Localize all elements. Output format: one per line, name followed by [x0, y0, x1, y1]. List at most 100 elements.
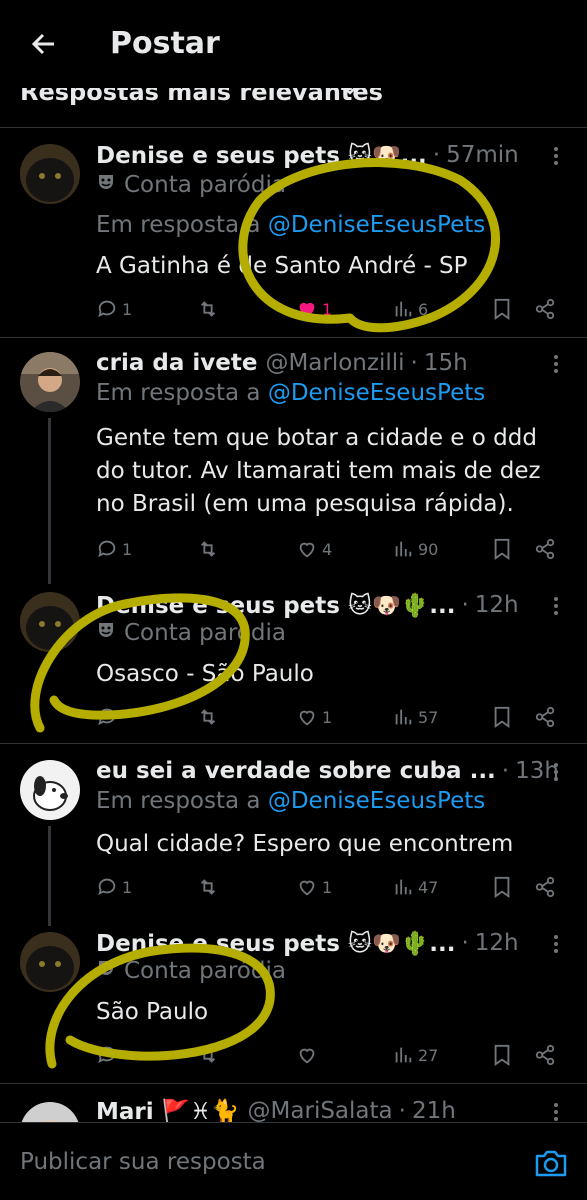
- display-name[interactable]: cria da ivete: [96, 350, 257, 376]
- avatar[interactable]: [20, 144, 80, 204]
- avatar[interactable]: [20, 932, 80, 992]
- views-button[interactable]: 6: [392, 294, 428, 324]
- more-icon[interactable]: [548, 932, 564, 962]
- more-icon[interactable]: [548, 594, 564, 624]
- post[interactable]: Mari 🚩♓🐈 @MariSalata · 21h: [0, 1084, 587, 1124]
- share-icon: [535, 876, 555, 898]
- mask-icon: [96, 172, 116, 198]
- post-text-line: A Gatinha é de Santo André - SP: [96, 253, 468, 279]
- timestamp[interactable]: 57min: [446, 142, 519, 168]
- share-button[interactable]: [534, 534, 560, 564]
- repost-button[interactable]: [196, 294, 224, 324]
- reply-button[interactable]: [96, 702, 122, 732]
- views-button[interactable]: 47: [392, 872, 438, 902]
- display-name[interactable]: Denise e seus pets 🐱🐶🌵...: [96, 592, 455, 619]
- repost-button[interactable]: [196, 1040, 224, 1070]
- views-button[interactable]: 57: [392, 702, 438, 732]
- reply-icon: [98, 1046, 116, 1064]
- separator-dot: ·: [432, 142, 441, 168]
- more-icon[interactable]: [548, 1100, 564, 1124]
- views-button[interactable]: 90: [392, 534, 438, 564]
- mention-link[interactable]: @DeniseEseusPets: [268, 380, 485, 406]
- views-button[interactable]: 27: [392, 1040, 438, 1070]
- reply-button[interactable]: 1: [96, 872, 132, 902]
- reply-icon: [98, 300, 116, 318]
- parody-text: Conta paródia: [124, 172, 286, 198]
- reply-composer[interactable]: Publicar sua resposta: [0, 1122, 587, 1200]
- post[interactable]: Denise e seus pets 🐱🐶🌵... · 12h Conta pa…: [0, 578, 587, 744]
- avatar[interactable]: [20, 760, 80, 820]
- arrow-left-icon: [31, 33, 54, 55]
- share-button[interactable]: [534, 872, 560, 902]
- display-name[interactable]: Denise e seus pets 🐱🐶...: [96, 142, 427, 169]
- display-name[interactable]: Mari 🚩♓🐈: [96, 1098, 240, 1125]
- bookmark-button[interactable]: [492, 294, 516, 324]
- display-name[interactable]: eu sei a verdade sobre cuba ...: [96, 758, 496, 784]
- like-count: 1: [322, 299, 333, 319]
- bookmark-button[interactable]: [492, 1040, 516, 1070]
- like-button[interactable]: 1: [296, 294, 332, 324]
- mention-link[interactable]: @DeniseEseusPets: [268, 788, 485, 814]
- bookmark-button[interactable]: [492, 534, 516, 564]
- avatar[interactable]: [20, 1102, 80, 1124]
- like-button[interactable]: [296, 1040, 322, 1070]
- view-count: 27: [418, 1045, 439, 1065]
- like-button[interactable]: 1: [296, 702, 332, 732]
- post-text: A Gatinha é de Santo André - SP: [96, 250, 468, 283]
- heart-filled-icon: [299, 302, 315, 318]
- repost-icon: [200, 1047, 216, 1063]
- timestamp[interactable]: 15h: [424, 350, 468, 376]
- camera-button[interactable]: [533, 1145, 569, 1181]
- like-button[interactable]: 4: [296, 534, 332, 564]
- post-text-line: do tutor. Av Itamarati tem mais de dez: [96, 458, 541, 484]
- back-button[interactable]: [24, 24, 64, 64]
- bookmark-icon: [494, 298, 510, 320]
- timestamp[interactable]: 12h: [475, 930, 519, 956]
- reply-count: 1: [122, 539, 133, 559]
- views-icon: [395, 1047, 412, 1063]
- post[interactable]: Denise e seus pets 🐱🐶... · 57min Conta p…: [0, 128, 587, 338]
- avatar[interactable]: [20, 352, 80, 412]
- more-icon[interactable]: [548, 760, 564, 790]
- reply-button[interactable]: 1: [96, 294, 132, 324]
- parody-label: Conta paródia: [96, 958, 286, 984]
- share-button[interactable]: [534, 294, 560, 324]
- views-icon: [395, 709, 412, 725]
- bookmark-button[interactable]: [492, 702, 516, 732]
- post[interactable]: Denise e seus pets 🐱🐶🌵... · 12h Conta pa…: [0, 922, 587, 1084]
- post-header: Denise e seus pets 🐱🐶... · 57min: [96, 138, 519, 172]
- repost-button[interactable]: [196, 702, 224, 732]
- user-handle[interactable]: @Marlonzilli: [265, 350, 404, 376]
- avatar[interactable]: [20, 592, 80, 652]
- more-icon[interactable]: [548, 144, 564, 174]
- timestamp[interactable]: 21h: [412, 1098, 456, 1124]
- share-button[interactable]: [534, 702, 560, 732]
- page-title: Postar: [110, 26, 220, 61]
- share-button[interactable]: [534, 1040, 560, 1070]
- post-text: Osasco - São Paulo: [96, 658, 314, 691]
- reply-button[interactable]: 1: [96, 534, 132, 564]
- mention-link[interactable]: @DeniseEseusPets: [268, 212, 485, 238]
- user-handle[interactable]: @MariSalata: [248, 1098, 393, 1124]
- repost-button[interactable]: [196, 872, 224, 902]
- reply-count: 1: [122, 877, 133, 897]
- view-count: 90: [418, 539, 439, 559]
- reply-button[interactable]: [96, 1040, 122, 1070]
- heart-icon: [299, 710, 315, 726]
- views-icon: [395, 301, 412, 317]
- timestamp[interactable]: 12h: [475, 592, 519, 618]
- post-actions: 1 57: [96, 702, 566, 732]
- post[interactable]: cria da ivete @Marlonzilli · 15h Em resp…: [0, 338, 587, 584]
- like-button[interactable]: 1: [296, 872, 332, 902]
- like-count: 1: [322, 707, 333, 727]
- share-icon: [535, 706, 555, 728]
- parody-text: Conta paródia: [124, 620, 286, 646]
- repost-icon: [200, 879, 216, 895]
- repost-button[interactable]: [196, 534, 224, 564]
- bookmark-icon: [494, 538, 510, 560]
- more-icon[interactable]: [548, 352, 564, 382]
- display-name[interactable]: Denise e seus pets 🐱🐶🌵...: [96, 930, 455, 957]
- bookmark-button[interactable]: [492, 872, 516, 902]
- reply-input[interactable]: Publicar sua resposta: [20, 1149, 266, 1175]
- post[interactable]: eu sei a verdade sobre cuba ... · 13h Em…: [0, 744, 587, 926]
